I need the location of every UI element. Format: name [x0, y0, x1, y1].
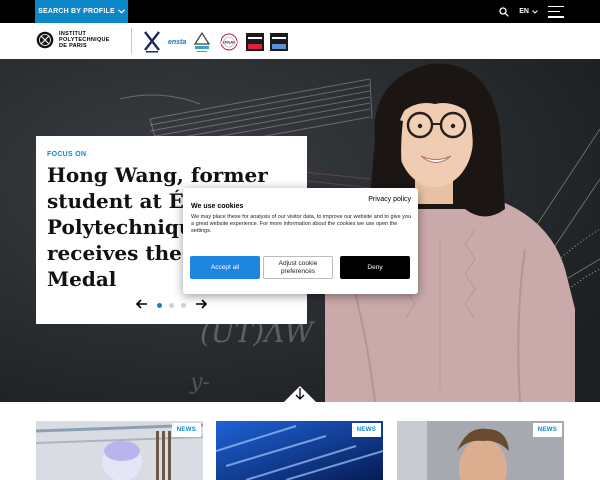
ponts-logo[interactable]	[192, 30, 212, 54]
telecom-paris-logo[interactable]	[246, 33, 265, 51]
slide-dot-2[interactable]	[169, 303, 174, 308]
cookie-description: We may place these for analysis of our v…	[191, 214, 412, 234]
deny-button[interactable]: Deny	[340, 256, 410, 279]
slide-dot-3[interactable]	[181, 303, 186, 308]
language-selector[interactable]: EN	[519, 8, 538, 15]
news-card-1[interactable]: NEWS	[36, 421, 203, 480]
previous-slide-arrow-icon[interactable]	[135, 297, 148, 312]
language-label: EN	[519, 8, 529, 15]
ip-paris-emblem-icon	[36, 31, 54, 49]
institut-polytechnique-logo[interactable]: INSTITUT POLYTECHNIQUE DE PARIS	[36, 31, 110, 49]
adjust-cookie-preferences-button[interactable]: Adjust cookie preferences	[263, 256, 333, 279]
search-icon[interactable]	[499, 6, 510, 17]
top-bar: SEARCH BY PROFILE EN	[0, 0, 600, 23]
slide-dot-1[interactable]	[157, 303, 162, 308]
cookie-title: We use cookies	[191, 203, 244, 210]
news-tag: NEWS	[171, 423, 201, 437]
header-divider	[131, 28, 132, 54]
search-by-profile-button[interactable]: SEARCH BY PROFILE	[35, 0, 128, 23]
svg-text:y-: y-	[189, 370, 210, 395]
news-card-2[interactable]: NEWS	[216, 421, 383, 480]
ensta-logo[interactable]: ensta	[168, 39, 186, 46]
logo-line-3: DE PARIS	[59, 43, 87, 49]
ecole-polytechnique-logo[interactable]	[142, 30, 162, 54]
scroll-down-arrow-icon[interactable]	[284, 384, 316, 402]
news-tag: NEWS	[351, 423, 381, 437]
svg-text:ENSAE: ENSAE	[223, 41, 237, 45]
news-card-3[interactable]: NEWS	[397, 421, 564, 480]
search-by-profile-label: SEARCH BY PROFILE	[38, 8, 115, 15]
accept-all-button[interactable]: Accept all	[190, 256, 260, 279]
ensae-logo[interactable]: ENSAE	[218, 31, 240, 53]
chevron-down-icon	[532, 9, 538, 14]
cookie-consent-dialog: Privacy policy We use cookies We may pla…	[183, 188, 418, 294]
menu-icon[interactable]	[548, 5, 564, 18]
site-header: INSTITUT POLYTECHNIQUE DE PARIS ensta EN…	[0, 23, 600, 59]
focus-on-label: FOCUS ON	[47, 151, 87, 158]
next-slide-arrow-icon[interactable]	[195, 297, 208, 312]
news-tag: NEWS	[532, 423, 562, 437]
telecom-sudparis-logo[interactable]	[270, 33, 289, 51]
privacy-policy-link[interactable]: Privacy policy	[368, 196, 411, 203]
chevron-down-icon	[117, 9, 125, 14]
slide-pagination	[157, 303, 186, 308]
partner-logos: ensta ENSAE	[142, 30, 289, 54]
